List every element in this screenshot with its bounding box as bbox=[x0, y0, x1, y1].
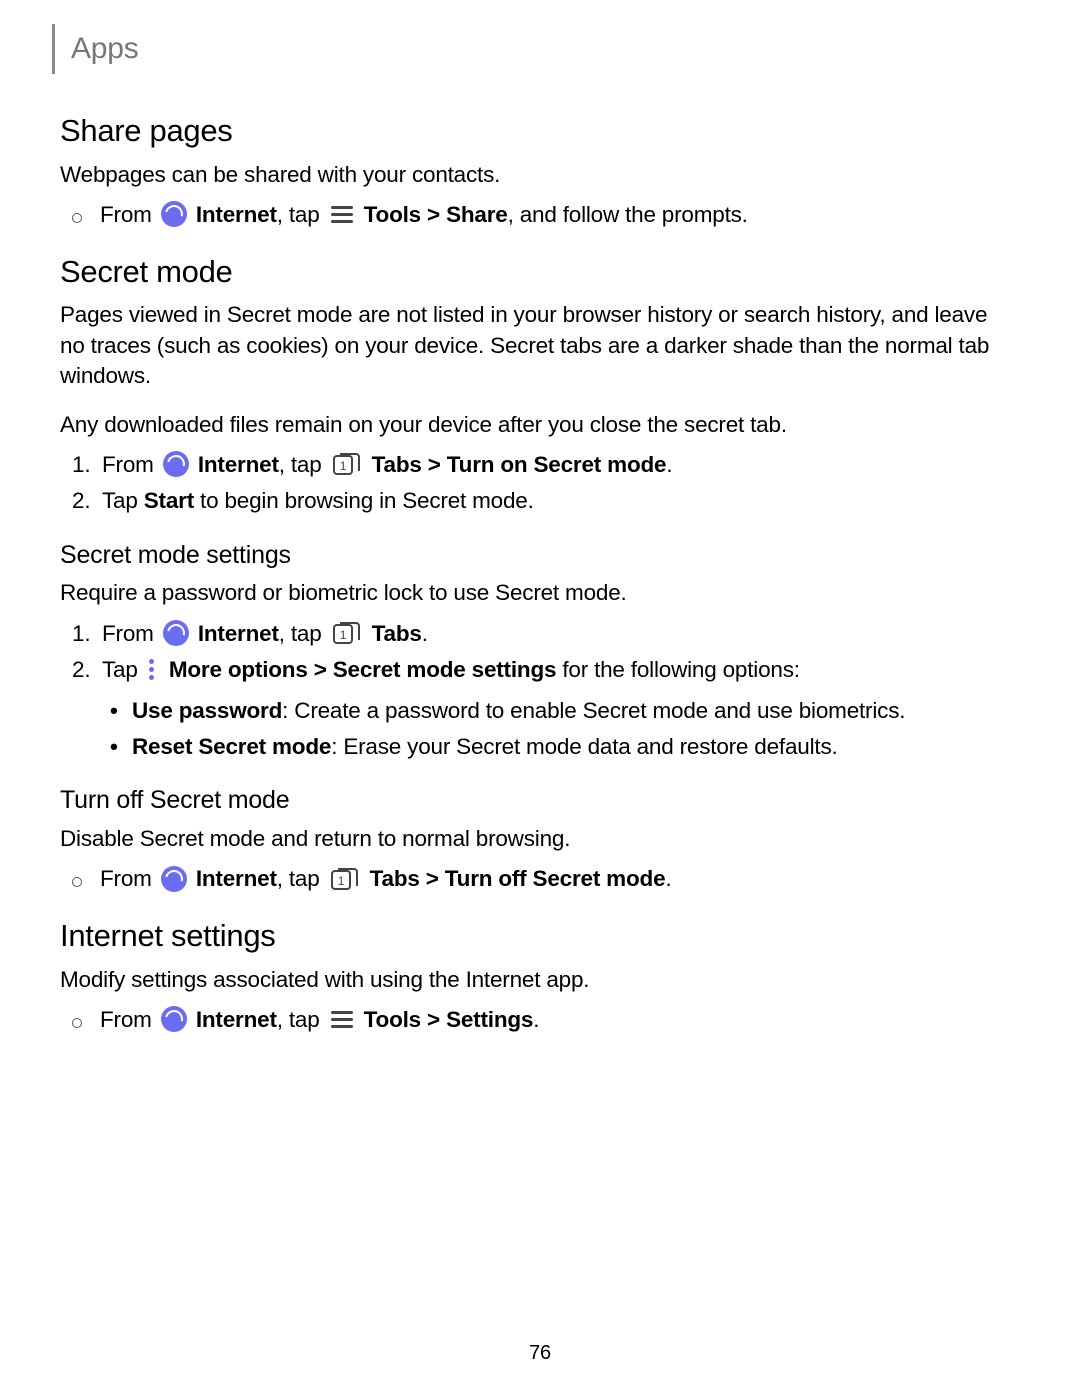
step-text: Tap More options > Secret mode settings … bbox=[102, 655, 1008, 685]
section-header: Apps bbox=[52, 24, 1020, 74]
tools-icon bbox=[330, 204, 354, 224]
secret-mode-options: • Use password: Create a password to ena… bbox=[60, 696, 1008, 763]
internet-settings-heading: Internet settings bbox=[60, 915, 1008, 957]
secret-mode-heading: Secret mode bbox=[60, 251, 1008, 293]
page: Apps Share pages Webpages can be shared … bbox=[0, 0, 1080, 1397]
share-pages-heading: Share pages bbox=[60, 110, 1008, 152]
list-item: 1. From Internet, tap 1 Tabs. bbox=[72, 619, 1008, 649]
svg-text:1: 1 bbox=[339, 459, 346, 473]
secret-mode-steps: 1. From Internet, tap 1 Tabs > Turn on S… bbox=[60, 450, 1008, 517]
option-text: Reset Secret mode: Erase your Secret mod… bbox=[132, 732, 1008, 762]
svg-text:1: 1 bbox=[339, 628, 346, 642]
list-item: • Reset Secret mode: Erase your Secret m… bbox=[110, 732, 1008, 762]
share-pages-steps: From Internet, tap Tools > Share, and fo… bbox=[60, 200, 1008, 230]
turn-off-secret-mode-intro: Disable Secret mode and return to normal… bbox=[60, 824, 1008, 854]
bullet-circle-icon bbox=[72, 200, 100, 230]
list-item: 2. Tap More options > Secret mode settin… bbox=[72, 655, 1008, 685]
internet-icon bbox=[161, 1006, 187, 1032]
option-text: Use password: Create a password to enabl… bbox=[132, 696, 1008, 726]
list-item: From Internet, tap Tools > Settings. bbox=[72, 1005, 1008, 1035]
tabs-icon: 1 bbox=[332, 621, 362, 645]
bullet-circle-icon bbox=[72, 1005, 100, 1035]
list-item: • Use password: Create a password to ena… bbox=[110, 696, 1008, 726]
secret-mode-settings-intro: Require a password or biometric lock to … bbox=[60, 578, 1008, 608]
tabs-icon: 1 bbox=[332, 452, 362, 476]
internet-icon bbox=[161, 201, 187, 227]
secret-mode-intro2: Any downloaded files remain on your devi… bbox=[60, 410, 1008, 440]
internet-settings-steps: From Internet, tap Tools > Settings. bbox=[60, 1005, 1008, 1035]
secret-mode-settings-steps: 1. From Internet, tap 1 Tabs. 2. Tap Mor… bbox=[60, 619, 1008, 686]
internet-icon bbox=[163, 451, 189, 477]
tools-icon bbox=[330, 1009, 354, 1029]
turn-off-secret-mode-heading: Turn off Secret mode bbox=[60, 784, 1008, 818]
list-number: 1. bbox=[72, 450, 102, 480]
step-text: From Internet, tap Tools > Settings. bbox=[100, 1005, 1008, 1035]
internet-settings-intro: Modify settings associated with using th… bbox=[60, 965, 1008, 995]
bullet-dot-icon: • bbox=[110, 696, 132, 726]
bullet-circle-icon bbox=[72, 864, 100, 894]
section-header-text: Apps bbox=[71, 32, 139, 66]
page-number: 76 bbox=[0, 1342, 1080, 1365]
list-item: From Internet, tap 1 Tabs > Turn off Sec… bbox=[72, 864, 1008, 894]
step-text: From Internet, tap Tools > Share, and fo… bbox=[100, 200, 1008, 230]
bullet-dot-icon: • bbox=[110, 732, 132, 762]
list-item: 2. Tap Start to begin browsing in Secret… bbox=[72, 486, 1008, 516]
internet-icon bbox=[163, 620, 189, 646]
step-text: From Internet, tap 1 Tabs > Turn off Sec… bbox=[100, 864, 1008, 894]
tabs-icon: 1 bbox=[330, 867, 360, 891]
share-pages-intro: Webpages can be shared with your contact… bbox=[60, 160, 1008, 190]
turn-off-steps: From Internet, tap 1 Tabs > Turn off Sec… bbox=[60, 864, 1008, 894]
more-options-icon bbox=[146, 657, 158, 681]
body-content: Share pages Webpages can be shared with … bbox=[48, 110, 1020, 1035]
list-item: From Internet, tap Tools > Share, and fo… bbox=[72, 200, 1008, 230]
step-text: From Internet, tap 1 Tabs > Turn on Secr… bbox=[102, 450, 1008, 480]
internet-icon bbox=[161, 866, 187, 892]
list-number: 1. bbox=[72, 619, 102, 649]
list-number: 2. bbox=[72, 655, 102, 685]
list-item: 1. From Internet, tap 1 Tabs > Turn on S… bbox=[72, 450, 1008, 480]
secret-mode-intro: Pages viewed in Secret mode are not list… bbox=[60, 300, 1008, 391]
list-number: 2. bbox=[72, 486, 102, 516]
step-text: Tap Start to begin browsing in Secret mo… bbox=[102, 486, 1008, 516]
svg-text:1: 1 bbox=[337, 874, 344, 888]
secret-mode-settings-heading: Secret mode settings bbox=[60, 539, 1008, 573]
step-text: From Internet, tap 1 Tabs. bbox=[102, 619, 1008, 649]
